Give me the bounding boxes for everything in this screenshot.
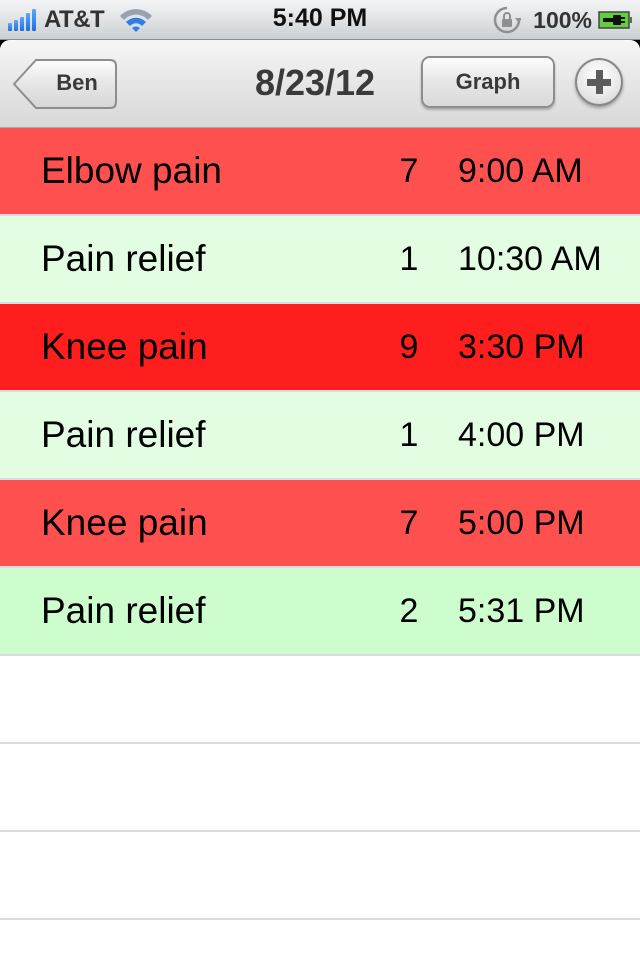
entry-time: 5:31 PM <box>458 592 585 630</box>
entry-level: 9 <box>399 328 419 366</box>
entry-time: 10:30 AM <box>458 240 602 278</box>
empty-row <box>0 744 640 832</box>
add-entry-button[interactable] <box>575 58 623 106</box>
navigation-bar: Ben 8/23/12 Graph <box>0 40 640 128</box>
table-row[interactable]: Knee pain 9 3:30 PM <box>0 304 640 392</box>
table-row[interactable]: Pain relief 2 5:31 PM <box>0 568 640 656</box>
entry-name: Knee pain <box>41 502 208 543</box>
battery-charging-icon <box>598 10 634 30</box>
entry-time: 9:00 AM <box>458 152 583 190</box>
entry-name: Elbow pain <box>41 150 223 191</box>
empty-row <box>0 832 640 920</box>
entry-time: 5:00 PM <box>458 504 585 542</box>
status-right: 100% <box>493 6 634 34</box>
entry-name: Knee pain <box>41 326 208 367</box>
entry-level: 1 <box>399 416 419 454</box>
app-screen: Ben 8/23/12 Graph Elbow pain 7 9:00 AM P… <box>0 40 640 960</box>
rotation-lock-icon <box>493 6 523 34</box>
table-row[interactable]: Pain relief 1 4:00 PM <box>0 392 640 480</box>
battery-percent: 100% <box>533 6 592 33</box>
back-button[interactable]: Ben <box>12 57 118 111</box>
entry-level: 1 <box>399 240 419 278</box>
graph-button[interactable]: Graph <box>421 56 555 108</box>
status-bar: AT&T 5:40 PM 100% <box>0 0 640 40</box>
entry-level: 7 <box>399 152 419 190</box>
entry-name: Pain relief <box>41 590 206 631</box>
entry-level: 2 <box>399 592 419 630</box>
page-title: 8/23/12 <box>254 62 376 103</box>
entry-time: 4:00 PM <box>458 416 585 454</box>
back-button-label: Ben <box>56 70 98 95</box>
entry-level: 7 <box>399 504 419 542</box>
table-row[interactable]: Knee pain 7 5:00 PM <box>0 480 640 568</box>
entry-name: Pain relief <box>41 414 206 455</box>
empty-row <box>0 656 640 744</box>
entries-table: Elbow pain 7 9:00 AM Pain relief 1 10:30… <box>0 128 640 920</box>
entry-name: Pain relief <box>41 238 206 279</box>
table-row[interactable]: Elbow pain 7 9:00 AM <box>0 128 640 216</box>
table-row[interactable]: Pain relief 1 10:30 AM <box>0 216 640 304</box>
entry-time: 3:30 PM <box>458 328 585 366</box>
